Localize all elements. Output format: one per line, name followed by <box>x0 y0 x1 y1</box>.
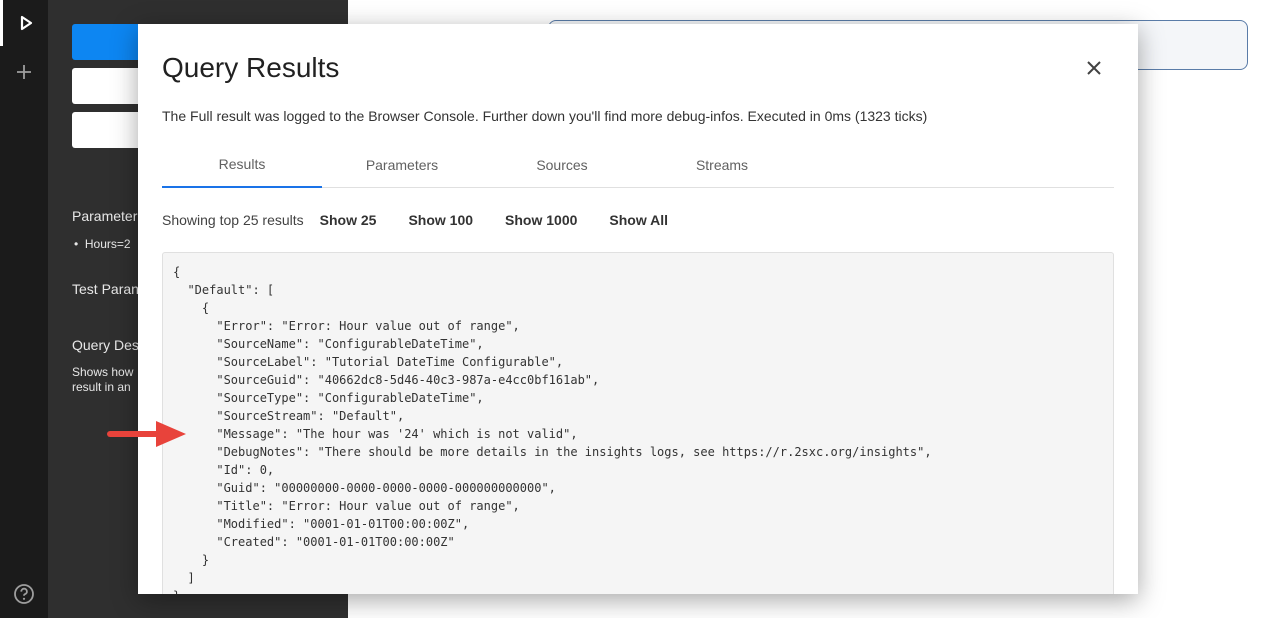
json-line: "Modified": "0001-01-01T00:00:00Z", <box>173 517 470 531</box>
parameters-label: Parameter <box>72 208 138 224</box>
json-line: { <box>173 301 210 315</box>
json-line: } <box>173 553 210 567</box>
json-line: "Created": "0001-01-01T00:00:00Z" <box>173 535 455 549</box>
json-line: "SourceLabel": "Tutorial DateTime Config… <box>173 355 564 369</box>
json-line: "Error": "Error: Hour value out of range… <box>173 319 520 333</box>
show-100-button[interactable]: Show 100 <box>408 212 473 228</box>
dialog-title: Query Results <box>162 52 340 83</box>
bullet: • <box>74 237 85 251</box>
json-line: "Title": "Error: Hour value out of range… <box>173 499 520 513</box>
json-line: "Message": "The hour was '24' which is n… <box>173 427 578 441</box>
query-desc-label: Query Desc <box>72 337 146 353</box>
close-icon <box>1087 61 1101 75</box>
play-nav-button[interactable] <box>0 0 48 46</box>
show-count-bar: Showing top 25 results Show 25 Show 100 … <box>162 210 700 230</box>
query-desc-line-2: result in an <box>72 380 131 394</box>
json-line: "SourceGuid": "40662dc8-5d46-40c3-987a-e… <box>173 373 600 387</box>
json-line: "DebugNotes": "There should be more deta… <box>173 445 932 459</box>
result-tabs: Results Parameters Sources Streams <box>162 142 1114 188</box>
dialog-subtitle: The Full result was logged to the Browse… <box>162 108 928 124</box>
json-line: "Default": [ <box>173 283 275 297</box>
help-icon <box>14 584 34 604</box>
close-button[interactable] <box>1082 56 1106 80</box>
icon-rail <box>0 0 48 618</box>
showing-count-text: Showing top 25 results <box>162 212 304 228</box>
json-result-view[interactable]: { "Default": [ { "Error": "Error: Hour v… <box>162 252 1114 594</box>
show-all-button[interactable]: Show All <box>609 212 668 228</box>
play-icon <box>20 15 32 31</box>
json-line: "Guid": "00000000-0000-0000-0000-0000000… <box>173 481 556 495</box>
tab-streams[interactable]: Streams <box>642 142 802 188</box>
json-line: "SourceName": "ConfigurableDateTime", <box>173 337 484 351</box>
query-results-dialog: Query Results The Full result was logged… <box>138 24 1138 594</box>
tab-sources[interactable]: Sources <box>482 142 642 188</box>
hours-param-text: Hours=2 <box>84 237 131 251</box>
json-line: "SourceStream": "Default", <box>173 409 405 423</box>
red-arrow-annotation-icon <box>107 421 186 447</box>
tab-parameters[interactable]: Parameters <box>322 142 482 188</box>
help-nav-button[interactable] <box>0 576 48 612</box>
query-desc-line-1: Shows how <box>72 365 134 379</box>
json-line: ] <box>173 571 195 585</box>
show-1000-button[interactable]: Show 1000 <box>505 212 577 228</box>
add-nav-button[interactable] <box>0 50 48 94</box>
show-25-button[interactable]: Show 25 <box>320 212 377 228</box>
json-line: { <box>173 265 181 279</box>
test-params-label: Test Paran <box>72 281 139 297</box>
json-line: } <box>173 587 1103 594</box>
json-line: "Id": 0, <box>173 463 275 477</box>
add-icon <box>17 65 31 79</box>
tab-results[interactable]: Results <box>162 142 322 188</box>
hours-param-item: • Hours=2 <box>74 237 131 251</box>
json-line: "SourceType": "ConfigurableDateTime", <box>173 391 484 405</box>
